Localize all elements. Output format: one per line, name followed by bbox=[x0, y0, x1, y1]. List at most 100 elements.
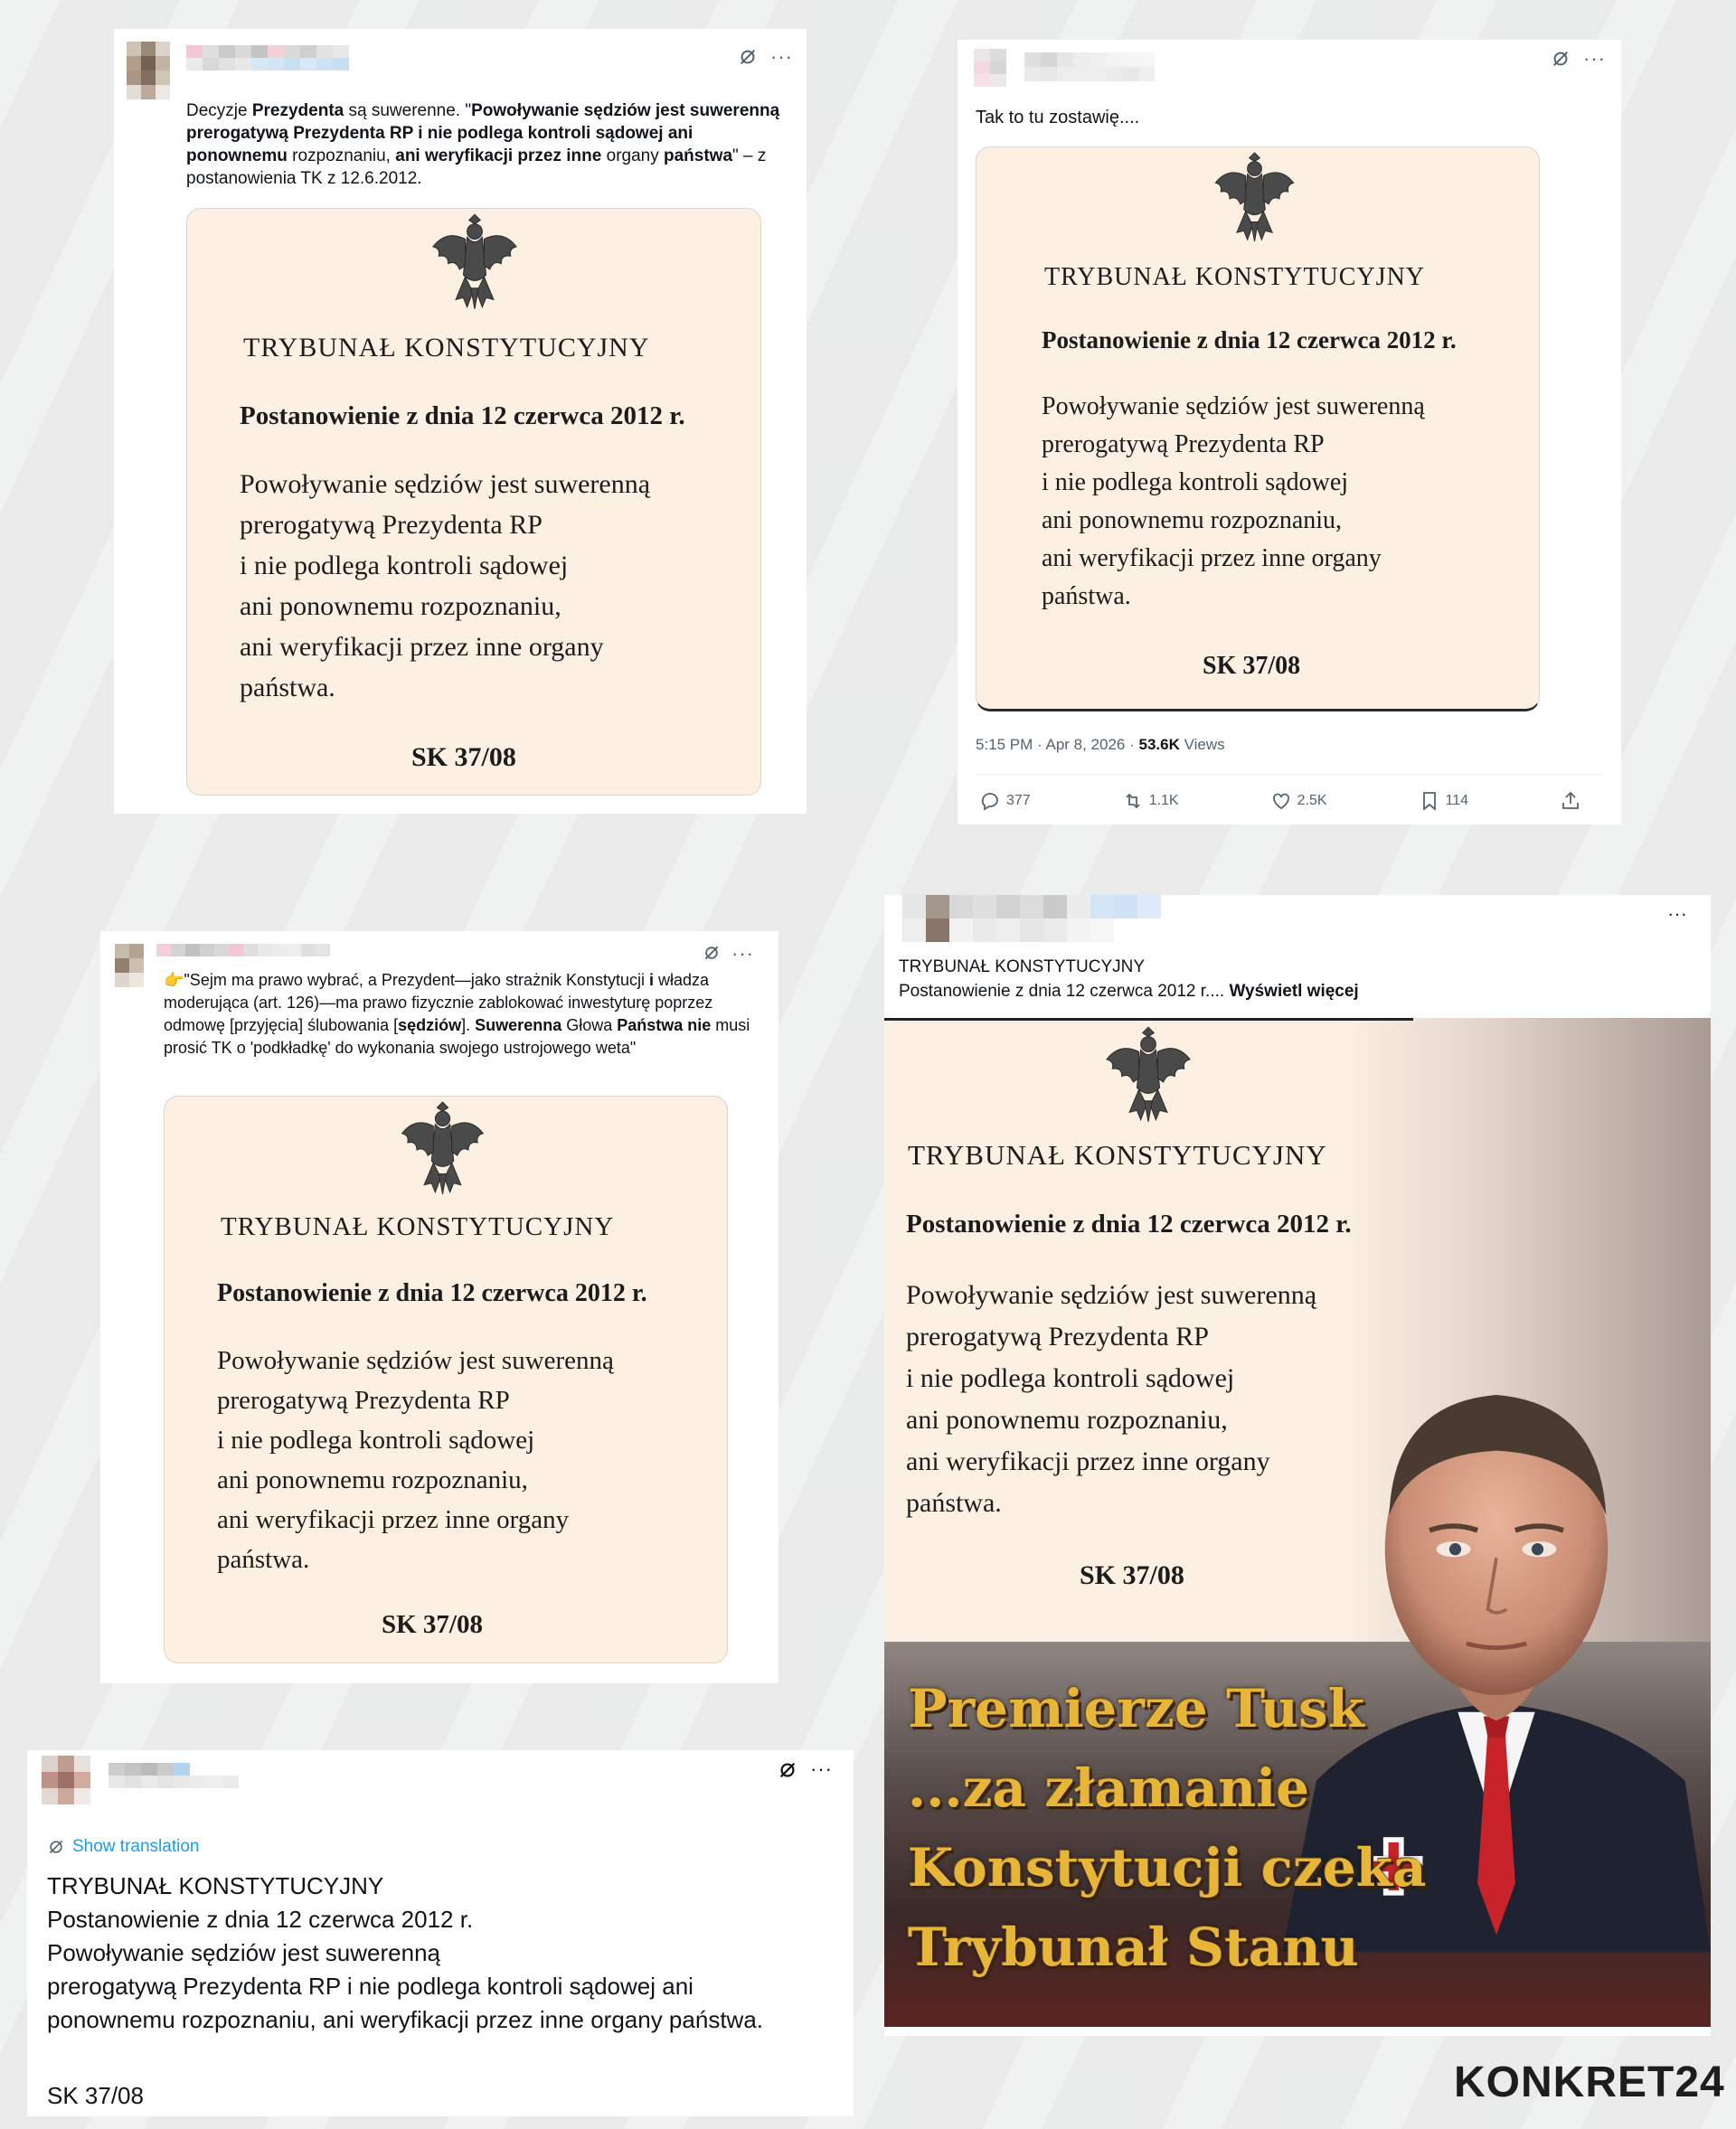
poster-top-border bbox=[884, 1018, 1413, 1021]
tweet-1-part: państwa bbox=[664, 146, 733, 165]
document-line: Powoływanie sędziów jest suwerenną bbox=[217, 1346, 614, 1375]
tweet-4-line: ponownemu rozpoznaniu, ani weryfikacji p… bbox=[47, 2006, 763, 2033]
tweet-3-part: Głowa bbox=[561, 1016, 618, 1034]
tweet-4-line bbox=[47, 2037, 763, 2070]
document-line: ani ponownemu rozpoznaniu, bbox=[240, 591, 561, 621]
document-signature: SK 37/08 bbox=[411, 742, 516, 772]
tweet-3-top-icons: ··· bbox=[703, 944, 754, 964]
eagle-emblem-icon bbox=[401, 1101, 485, 1195]
avatar bbox=[115, 944, 144, 987]
tweet-card-3: ··· 👉"Sejm ma prawo wybrać, a Prezydent—… bbox=[100, 931, 778, 1683]
views-label: Views bbox=[1179, 736, 1225, 753]
tweet-1-document-image[interactable]: TRYBUNAŁ KONSTYTUCYJNY Postanowienie z d… bbox=[186, 208, 761, 796]
document-line: i nie podlega kontroli sądowej bbox=[906, 1363, 1235, 1393]
reply-button[interactable]: 377 bbox=[979, 790, 1031, 812]
document-line: ani weryfikacji przez inne organy bbox=[1042, 544, 1382, 572]
tweet-2-document-image[interactable]: TRYBUNAŁ KONSTYTUCYJNY Postanowienie z d… bbox=[976, 146, 1540, 711]
grok-icon[interactable] bbox=[778, 1759, 797, 1779]
tweet-4-line: TRYBUNAŁ KONSTYTUCYJNY bbox=[47, 1872, 384, 1899]
grok-icon[interactable] bbox=[738, 47, 758, 67]
reply-icon bbox=[981, 793, 998, 811]
see-more-link[interactable]: Wyświetl więcej bbox=[1229, 982, 1358, 1001]
document-line: ani ponownemu rozpoznaniu, bbox=[1042, 506, 1343, 534]
document-line: prerogatywą Prezydenta RP bbox=[1042, 430, 1325, 458]
tweet-4-line: prerogatywą Prezydenta RP i nie podlega … bbox=[47, 1973, 693, 2000]
timestamp[interactable]: 5:15 PM · Apr 8, 2026 · bbox=[976, 736, 1138, 753]
grok-icon[interactable] bbox=[703, 944, 722, 964]
tweet-1-part: organy bbox=[601, 146, 664, 165]
document-title: TRYBUNAŁ KONSTYTUCYJNY bbox=[1044, 263, 1426, 291]
document-line: i nie podlega kontroli sądowej bbox=[217, 1426, 535, 1455]
post-5-poster-image[interactable]: TRYBUNAŁ KONSTYTUCYJNY Postanowienie z d… bbox=[884, 1018, 1711, 2027]
poster-headline-4: Trybunał Stanu bbox=[908, 1917, 1359, 1978]
document-date: Postanowienie z dnia 12 czerwca 2012 r. bbox=[217, 1279, 647, 1307]
repost-count: 1.1K bbox=[1148, 793, 1179, 808]
tweet-1-part: Decyzje bbox=[186, 101, 252, 120]
tweet-2-top-icons: ··· bbox=[1551, 49, 1606, 69]
show-translation-label: Show translation bbox=[72, 1837, 200, 1856]
tweet-3-part: Państwa nie bbox=[617, 1016, 712, 1034]
post-card-5: ··· TRYBUNAŁ KONSTYTUCYJNY Postanowienie… bbox=[884, 895, 1711, 2036]
document-line: państwa. bbox=[1042, 582, 1131, 610]
more-icon[interactable]: ··· bbox=[1667, 902, 1687, 926]
avatar bbox=[974, 49, 1006, 87]
document-line: ani ponownemu rozpoznaniu, bbox=[217, 1465, 528, 1494]
document-body: Powoływanie sędziów jest suwerenną prero… bbox=[217, 1341, 614, 1579]
document-line: prerogatywą Prezydenta RP bbox=[240, 510, 542, 540]
document-title: TRYBUNAŁ KONSTYTUCYJNY bbox=[243, 333, 650, 363]
tweet-1-text: Decyzje Prezydenta są suwerenne. "Powoły… bbox=[186, 99, 792, 190]
tweet-1-part: są suwerenne. " bbox=[344, 101, 472, 120]
tweet-4-line: Powoływanie sędziów jest suwerenną bbox=[47, 1939, 441, 1966]
grok-icon[interactable] bbox=[1551, 49, 1571, 69]
document-line: ani weryfikacji przez inne organy bbox=[217, 1505, 570, 1534]
tweet-2-action-bar: 377 1.1K 2.5K 114 bbox=[979, 790, 1581, 812]
post-5-line2-text: Postanowienie z dnia 12 czerwca 2012 r..… bbox=[899, 982, 1230, 1001]
document-title: TRYBUNAŁ KONSTYTUCYJNY bbox=[908, 1139, 1327, 1171]
like-button[interactable]: 2.5K bbox=[1270, 790, 1327, 812]
tweet-3-part: Suwerenna bbox=[475, 1016, 562, 1034]
tweet-1-part: ani weryfikacji przez inne bbox=[395, 146, 602, 165]
views-count: 53.6K bbox=[1138, 736, 1180, 753]
like-icon bbox=[1272, 793, 1289, 810]
more-icon[interactable]: ··· bbox=[1583, 49, 1606, 69]
tweet-1-part: rozpoznaniu, bbox=[287, 146, 396, 165]
document-line: państwa. bbox=[906, 1488, 1002, 1518]
document-signature: SK 37/08 bbox=[1080, 1560, 1184, 1590]
document-line: ani weryfikacji przez inne organy bbox=[240, 632, 604, 662]
tweet-3-part: sędziów bbox=[398, 1016, 462, 1034]
poster-headline-1: Premierze Tusk bbox=[908, 1678, 1364, 1739]
tweet-2-meta: 5:15 PM · Apr 8, 2026 · 53.6K Views bbox=[976, 736, 1225, 754]
share-icon bbox=[1562, 791, 1579, 809]
document-line: ani weryfikacji przez inne organy bbox=[906, 1446, 1270, 1476]
post-5-line1: TRYBUNAŁ KONSTYTUCYJNY bbox=[899, 957, 1146, 976]
author-name-blurred bbox=[108, 1763, 239, 1788]
tweet-3-part: ]. bbox=[461, 1016, 476, 1034]
tweet-3-part: "Sejm ma prawo wybrać, a Prezydent—jako … bbox=[184, 971, 650, 989]
document-line: Powoływanie sędziów jest suwerenną bbox=[906, 1280, 1317, 1310]
more-icon[interactable]: ··· bbox=[810, 1759, 833, 1779]
avatar bbox=[42, 1756, 90, 1804]
document-body: Powoływanie sędziów jest suwerenną prero… bbox=[240, 464, 650, 708]
translate-icon bbox=[49, 1840, 63, 1854]
document-date: Postanowienie z dnia 12 czerwca 2012 r. bbox=[240, 401, 685, 430]
document-body: Powoływanie sędziów jest suwerenną prero… bbox=[906, 1275, 1316, 1524]
show-translation-link[interactable]: Show translation bbox=[47, 1837, 199, 1857]
repost-button[interactable]: 1.1K bbox=[1122, 790, 1179, 812]
document-date: Postanowienie z dnia 12 czerwca 2012 r. bbox=[1042, 326, 1457, 353]
document-line: Powoływanie sędziów jest suwerenną bbox=[240, 469, 651, 499]
document-line: ani ponownemu rozpoznaniu, bbox=[906, 1405, 1228, 1435]
reply-count: 377 bbox=[1006, 793, 1031, 808]
share-button[interactable] bbox=[1560, 790, 1581, 812]
post-5-text: TRYBUNAŁ KONSTYTUCYJNY Postanowienie z d… bbox=[899, 955, 1359, 1003]
author-name-blurred bbox=[1024, 52, 1155, 81]
more-icon[interactable]: ··· bbox=[731, 944, 754, 964]
more-icon[interactable]: ··· bbox=[770, 47, 793, 67]
repost-icon bbox=[1126, 793, 1140, 809]
tweet-3-document-image[interactable]: TRYBUNAŁ KONSTYTUCYJNY Postanowienie z d… bbox=[164, 1096, 728, 1663]
eagle-emblem-icon bbox=[432, 213, 517, 309]
tweet-4-top-icons: ··· bbox=[778, 1759, 833, 1779]
document-line: Powoływanie sędziów jest suwerenną bbox=[1042, 392, 1425, 420]
document-line: państwa. bbox=[240, 673, 335, 702]
tweet-4-line: SK 37/08 bbox=[47, 2082, 144, 2109]
bookmark-button[interactable]: 114 bbox=[1419, 790, 1468, 812]
